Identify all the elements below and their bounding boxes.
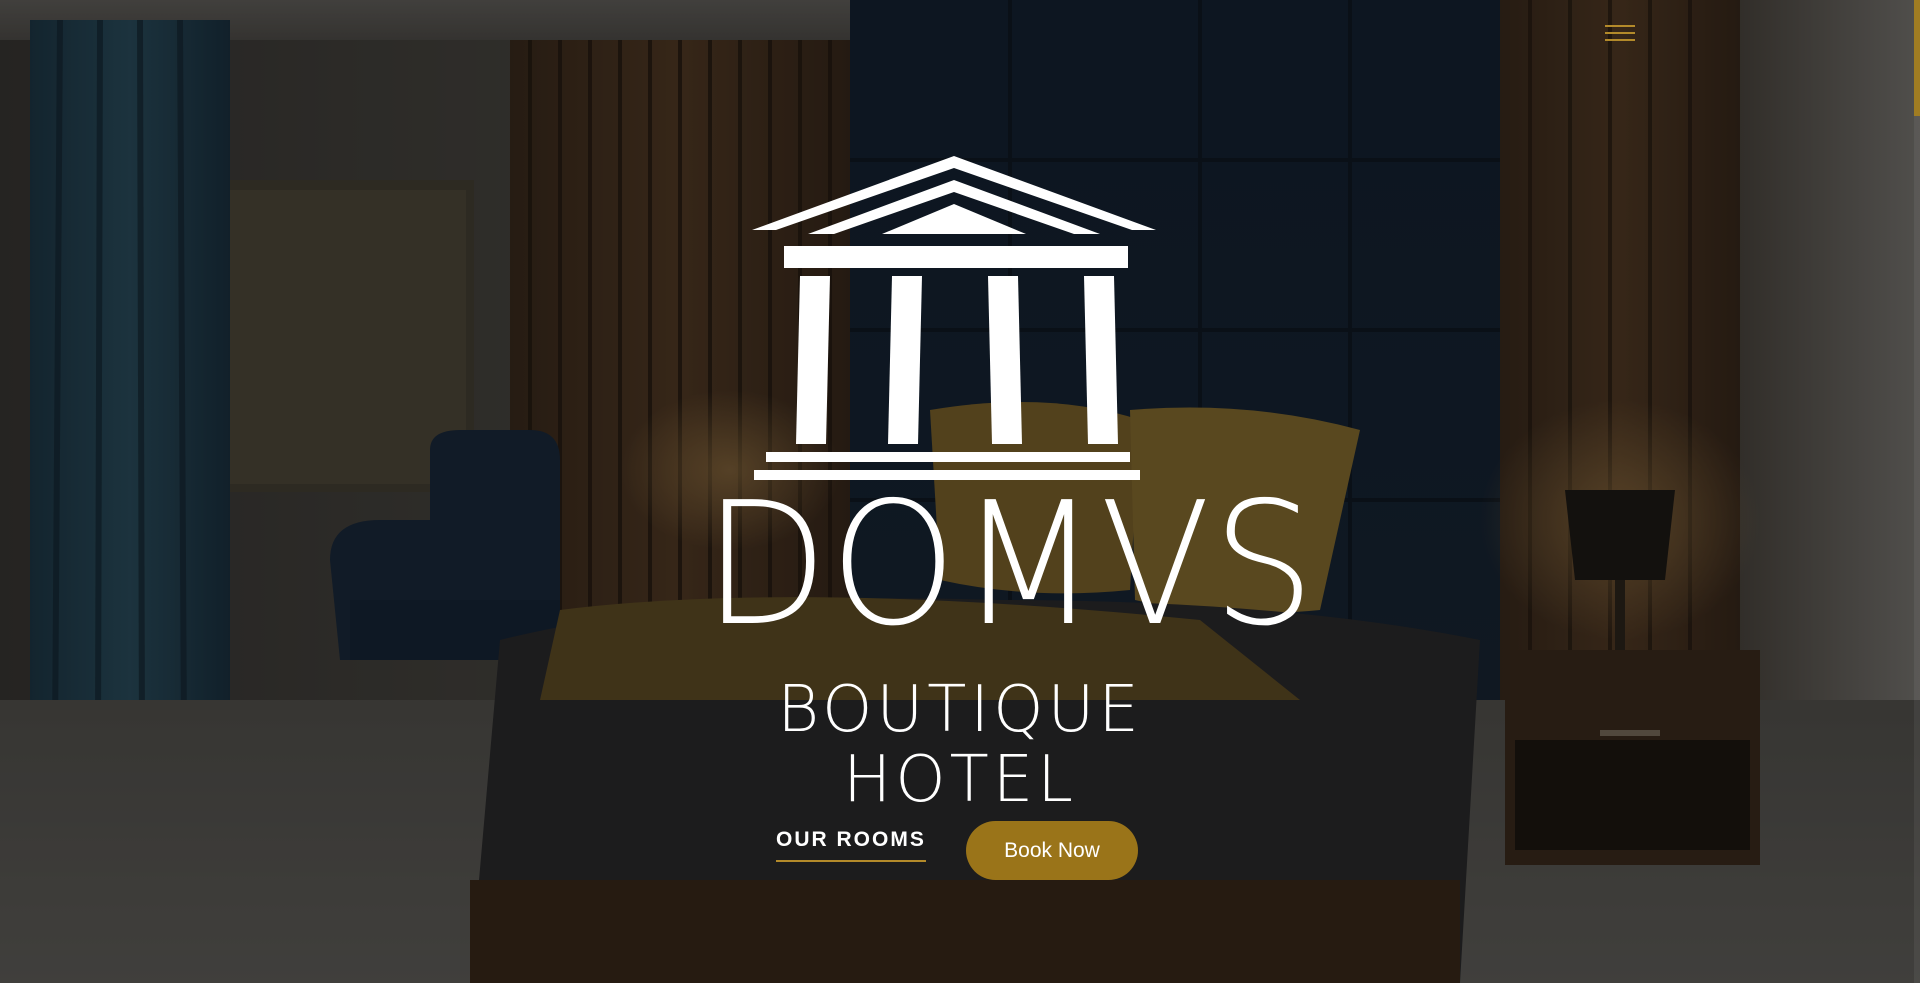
- book-now-button[interactable]: Book Now: [966, 821, 1138, 880]
- menu-line: [1605, 32, 1635, 34]
- hamburger-menu-icon[interactable]: [1600, 20, 1640, 48]
- hero-page: DOMVS BOUTIQUE HOTEL OUR ROOMS Book Now: [0, 0, 1920, 983]
- our-rooms-link[interactable]: OUR ROOMS: [776, 828, 926, 862]
- hotel-logo: DOMVS BOUTIQUE HOTEL: [690, 150, 1317, 815]
- scrollbar-thumb[interactable]: [1914, 0, 1920, 116]
- brand-subtitle: BOUTIQUE HOTEL: [777, 673, 1143, 817]
- menu-line: [1605, 25, 1635, 27]
- menu-line: [1605, 39, 1635, 41]
- page-scrollbar[interactable]: [1914, 0, 1920, 983]
- temple-pillars-icon: [752, 156, 1156, 480]
- brand-name: DOMVS: [703, 466, 1317, 664]
